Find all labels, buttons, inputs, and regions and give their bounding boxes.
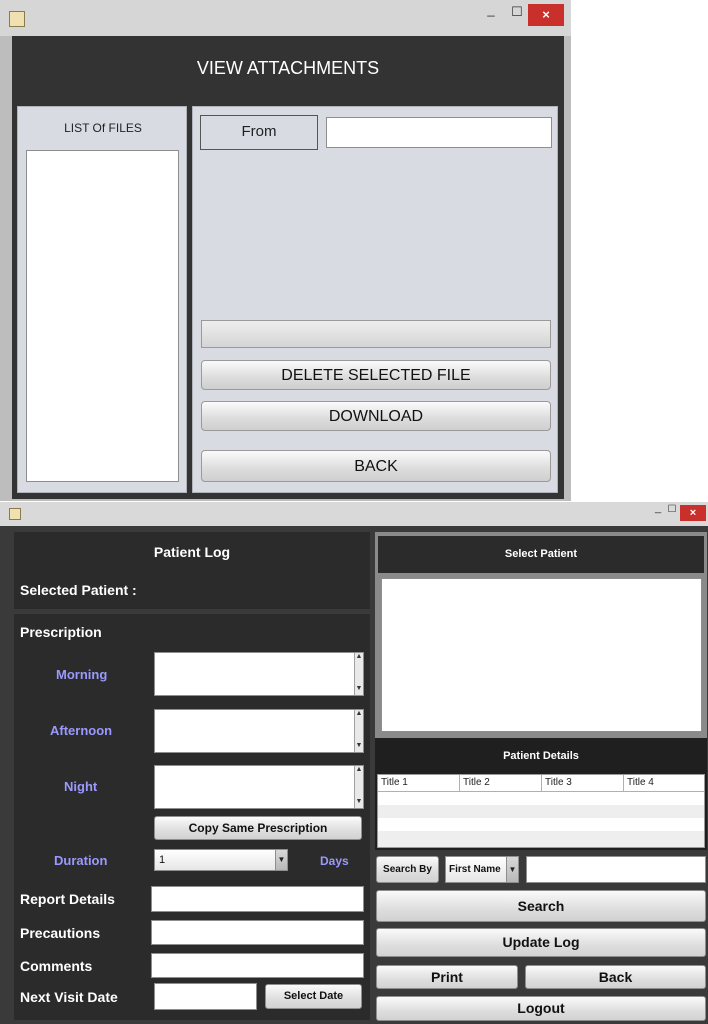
file-list-heading: LIST Of FILES xyxy=(64,121,142,135)
app-icon xyxy=(9,508,21,520)
prescription-label: Prescription xyxy=(20,624,102,640)
window2-titlebar: _ ☐ × xyxy=(0,502,708,526)
duration-value: 1 xyxy=(159,854,166,866)
afternoon-field[interactable]: ▲ ▼ xyxy=(154,709,364,753)
back-button[interactable]: BACK xyxy=(201,450,551,482)
close-button[interactable]: × xyxy=(680,505,706,521)
file-list-panel: LIST Of FILES xyxy=(17,106,187,493)
delete-selected-file-button[interactable]: DELETE SELECTED FILE xyxy=(201,360,551,390)
select-patient-header: Select Patient xyxy=(378,536,704,573)
logout-button[interactable]: Logout xyxy=(376,996,706,1021)
morning-field[interactable]: ▲ ▼ xyxy=(154,652,364,696)
from-label: From xyxy=(200,115,318,150)
arrow-up-icon[interactable]: ▲ xyxy=(355,710,363,718)
table-row[interactable] xyxy=(378,805,704,818)
copy-same-prescription-button[interactable]: Copy Same Prescription xyxy=(154,816,362,840)
precautions-field[interactable] xyxy=(151,920,364,945)
from-field[interactable] xyxy=(326,117,552,148)
select-patient-title: Select Patient xyxy=(504,548,578,560)
search-input[interactable] xyxy=(526,856,706,883)
app-icon xyxy=(9,11,25,27)
table-row[interactable] xyxy=(378,831,704,847)
maximize-button[interactable]: ☐ xyxy=(504,4,530,26)
arrow-down-icon[interactable]: ▼ xyxy=(355,798,363,806)
days-label: Days xyxy=(320,854,349,868)
next-visit-date-label: Next Visit Date xyxy=(20,989,118,1005)
window1-titlebar: _ ☐ × xyxy=(0,0,571,36)
morning-scrollbar[interactable]: ▲ ▼ xyxy=(354,653,363,695)
back-button[interactable]: Back xyxy=(525,965,706,989)
next-visit-date-field[interactable] xyxy=(154,983,257,1010)
patient-log-header: Patient Log Selected Patient : xyxy=(14,532,370,609)
select-date-button[interactable]: Select Date xyxy=(265,984,362,1009)
prescription-panel: Prescription Morning ▲ ▼ Afternoon ▲ ▼ N… xyxy=(14,614,370,1020)
afternoon-scrollbar[interactable]: ▲ ▼ xyxy=(354,710,363,752)
update-log-button[interactable]: Update Log xyxy=(376,928,706,957)
night-scrollbar[interactable]: ▲ ▼ xyxy=(354,766,363,808)
table-header-cell[interactable]: Title 3 xyxy=(542,775,624,792)
minimize-button[interactable]: _ xyxy=(478,2,504,24)
table-header-cell[interactable]: Title 1 xyxy=(378,775,460,792)
progress-bar xyxy=(201,320,551,348)
arrow-down-icon[interactable]: ▼ xyxy=(355,742,363,750)
select-patient-panel: Select Patient xyxy=(375,532,707,738)
duration-label: Duration xyxy=(54,853,108,868)
selected-patient-label: Selected Patient : xyxy=(20,582,137,598)
comments-field[interactable] xyxy=(151,953,364,978)
file-detail-panel: From DELETE SELECTED FILE DOWNLOAD BACK xyxy=(192,106,558,493)
patient-details-title: Patient Details xyxy=(503,750,579,762)
report-details-label: Report Details xyxy=(20,891,115,907)
night-label: Night xyxy=(64,779,98,794)
search-by-dropdown[interactable]: First Name ▼ xyxy=(445,856,519,883)
page-title: VIEW ATTACHMENTS xyxy=(196,58,380,78)
file-list[interactable] xyxy=(26,150,179,482)
afternoon-label: Afternoon xyxy=(50,723,113,738)
table-header-cell[interactable]: Title 4 xyxy=(624,775,704,792)
print-button[interactable]: Print xyxy=(376,965,518,989)
chevron-down-icon[interactable]: ▼ xyxy=(506,857,518,882)
patient-log-title: Patient Log xyxy=(153,544,231,560)
comments-label: Comments xyxy=(20,958,93,974)
download-button[interactable]: DOWNLOAD xyxy=(201,401,551,431)
report-details-field[interactable] xyxy=(151,886,364,912)
arrow-up-icon[interactable]: ▲ xyxy=(355,766,363,774)
patient-details-panel: Patient Details Title 1 Title 2 Title 3 … xyxy=(375,738,707,850)
night-field[interactable]: ▲ ▼ xyxy=(154,765,364,809)
table-header-cell[interactable]: Title 2 xyxy=(460,775,542,792)
search-button[interactable]: Search xyxy=(376,890,706,922)
table-row[interactable] xyxy=(378,818,704,831)
maximize-button[interactable]: ☐ xyxy=(664,504,680,524)
close-button[interactable]: × xyxy=(528,4,564,26)
search-by-value: First Name xyxy=(449,864,501,875)
precautions-label: Precautions xyxy=(20,925,101,941)
patient-details-table[interactable]: Title 1 Title 2 Title 3 Title 4 xyxy=(377,774,705,848)
arrow-down-icon[interactable]: ▼ xyxy=(355,685,363,693)
search-by-label: Search By xyxy=(376,856,439,883)
table-row[interactable] xyxy=(378,792,704,805)
chevron-down-icon[interactable]: ▼ xyxy=(275,850,287,870)
morning-label: Morning xyxy=(56,667,108,682)
patient-list[interactable] xyxy=(381,578,702,732)
arrow-up-icon[interactable]: ▲ xyxy=(355,653,363,661)
header-bar: VIEW ATTACHMENTS xyxy=(12,36,564,104)
duration-dropdown[interactable]: 1 ▼ xyxy=(154,849,288,871)
